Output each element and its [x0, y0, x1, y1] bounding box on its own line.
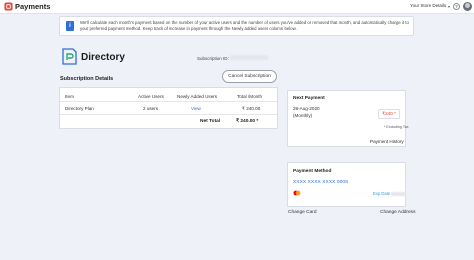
payments-logo-icon — [4, 2, 13, 11]
info-banner-text: We'll calculate each month's payment bas… — [80, 20, 409, 31]
payment-history-link[interactable]: Payment History — [370, 139, 404, 144]
subscription-id-label: Subscription ID: — [197, 56, 229, 61]
change-address-link[interactable]: Change Address — [380, 210, 415, 215]
tax-note: * Excluding Tax — [384, 125, 409, 129]
column-header-active-users: Active Users — [138, 94, 164, 99]
card-number: XXXX XXXX XXXX 0008 — [293, 180, 348, 185]
info-icon: i — [66, 21, 74, 31]
payment-method-title: Payment Method — [293, 169, 332, 174]
expiry-value-redacted — [391, 191, 406, 196]
avatar[interactable] — [463, 2, 472, 11]
subscription-details-title: Subscription Details — [60, 76, 114, 82]
row-item: Directory Plan — [65, 106, 94, 111]
next-payment-date: 29-Aug-2020 — [293, 106, 320, 111]
subscription-id-value-redacted — [230, 55, 268, 60]
net-total-value: ₹ 240.00 * — [236, 119, 259, 124]
mastercard-icon — [293, 190, 301, 196]
cancel-subscription-button[interactable]: Cancel Subscription — [222, 70, 277, 83]
row-active-users: 2 users — [143, 106, 159, 111]
next-payment-amount: ₹240 * — [378, 109, 400, 119]
subscription-details-table: Item Active Users Newly Added Users Tota… — [59, 87, 278, 129]
change-card-link[interactable]: Change Card — [288, 210, 317, 215]
top-bar: Payments Your Store Details ▾ ? — [0, 0, 474, 14]
row-total: ₹ 240.00 — [242, 106, 261, 111]
chevron-down-icon[interactable]: ▾ — [448, 4, 450, 9]
expiry-date: Exp Date — [373, 191, 406, 196]
column-header-total-month: Total /Month — [237, 94, 263, 99]
product-name: Directory — [81, 52, 125, 63]
next-payment-title: Next Payment — [293, 96, 325, 101]
view-newly-added-users-link[interactable]: View — [191, 106, 201, 111]
net-total-label: Net Total — [200, 119, 221, 124]
divider — [60, 114, 277, 115]
help-icon[interactable]: ? — [453, 3, 460, 10]
payment-method-card: Payment Method XXXX XXXX XXXX 0008 Exp D… — [287, 162, 406, 207]
expiry-label: Exp Date — [373, 191, 391, 196]
store-details-menu[interactable]: Your Store Details — [410, 3, 446, 8]
app-title: Payments — [15, 2, 51, 11]
next-payment-card: Next Payment 29-Aug-2020 (Monthly) ₹240 … — [287, 90, 409, 147]
billing-cycle: (Monthly) — [293, 113, 313, 118]
column-header-item: Item — [65, 94, 74, 99]
info-banner: i We'll calculate each month's payment b… — [59, 16, 414, 36]
directory-logo-icon — [62, 48, 77, 65]
column-header-newly-added-users: Newly Added Users — [177, 94, 218, 99]
divider — [60, 101, 277, 102]
